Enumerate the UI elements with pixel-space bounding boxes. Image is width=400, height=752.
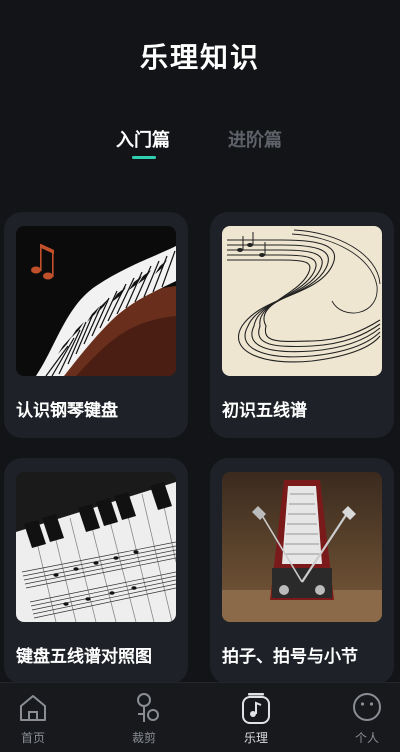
- page-title: 乐理知识: [139, 41, 260, 74]
- card-keyboard-staff-chart[interactable]: 键盘五线谱对照图: [4, 458, 188, 684]
- bottom-nav: 首页 裁剪 乐理 个人: [0, 682, 400, 752]
- tab-advanced-label: 进阶篇: [228, 130, 282, 151]
- card-title: 初识五线谱: [222, 401, 307, 421]
- card-title: 拍子、拍号与小节: [222, 647, 358, 667]
- tab-bar: 入门篇 进阶篇: [0, 126, 400, 166]
- smiley-face-icon: [353, 693, 381, 721]
- nav-music-theory[interactable]: 乐理: [226, 691, 286, 749]
- card-piano-keyboard[interactable]: 认识钢琴键盘: [4, 212, 188, 438]
- nav-home-label: 首页: [20, 731, 45, 745]
- tab-beginner[interactable]: 入门篇: [116, 126, 170, 159]
- nav-crop-label: 裁剪: [131, 731, 156, 745]
- nav-home[interactable]: 首页: [3, 691, 63, 749]
- piano-keys-image: [16, 226, 176, 376]
- tab-advanced[interactable]: 进阶篇: [228, 126, 282, 152]
- staff-lines-image: [222, 226, 382, 376]
- nav-profile-label: 个人: [354, 731, 379, 745]
- nav-music-theory-label: 乐理: [243, 731, 268, 745]
- home-icon: [20, 695, 46, 721]
- nav-crop[interactable]: 裁剪: [114, 691, 174, 749]
- scissors-icon: [137, 693, 159, 722]
- card-title: 键盘五线谱对照图: [16, 647, 152, 667]
- active-tab-indicator: [132, 156, 156, 159]
- card-title: 认识钢琴键盘: [16, 401, 118, 421]
- card-beats-time-signature[interactable]: 拍子、拍号与小节: [210, 458, 394, 684]
- card-staff-intro[interactable]: 初识五线谱: [210, 212, 394, 438]
- music-note-icon: [242, 693, 270, 724]
- metronome-image: [222, 472, 382, 622]
- tab-beginner-label: 入门篇: [116, 130, 170, 151]
- nav-profile[interactable]: 个人: [337, 691, 397, 749]
- keyboard-staff-chart-image: [16, 472, 176, 622]
